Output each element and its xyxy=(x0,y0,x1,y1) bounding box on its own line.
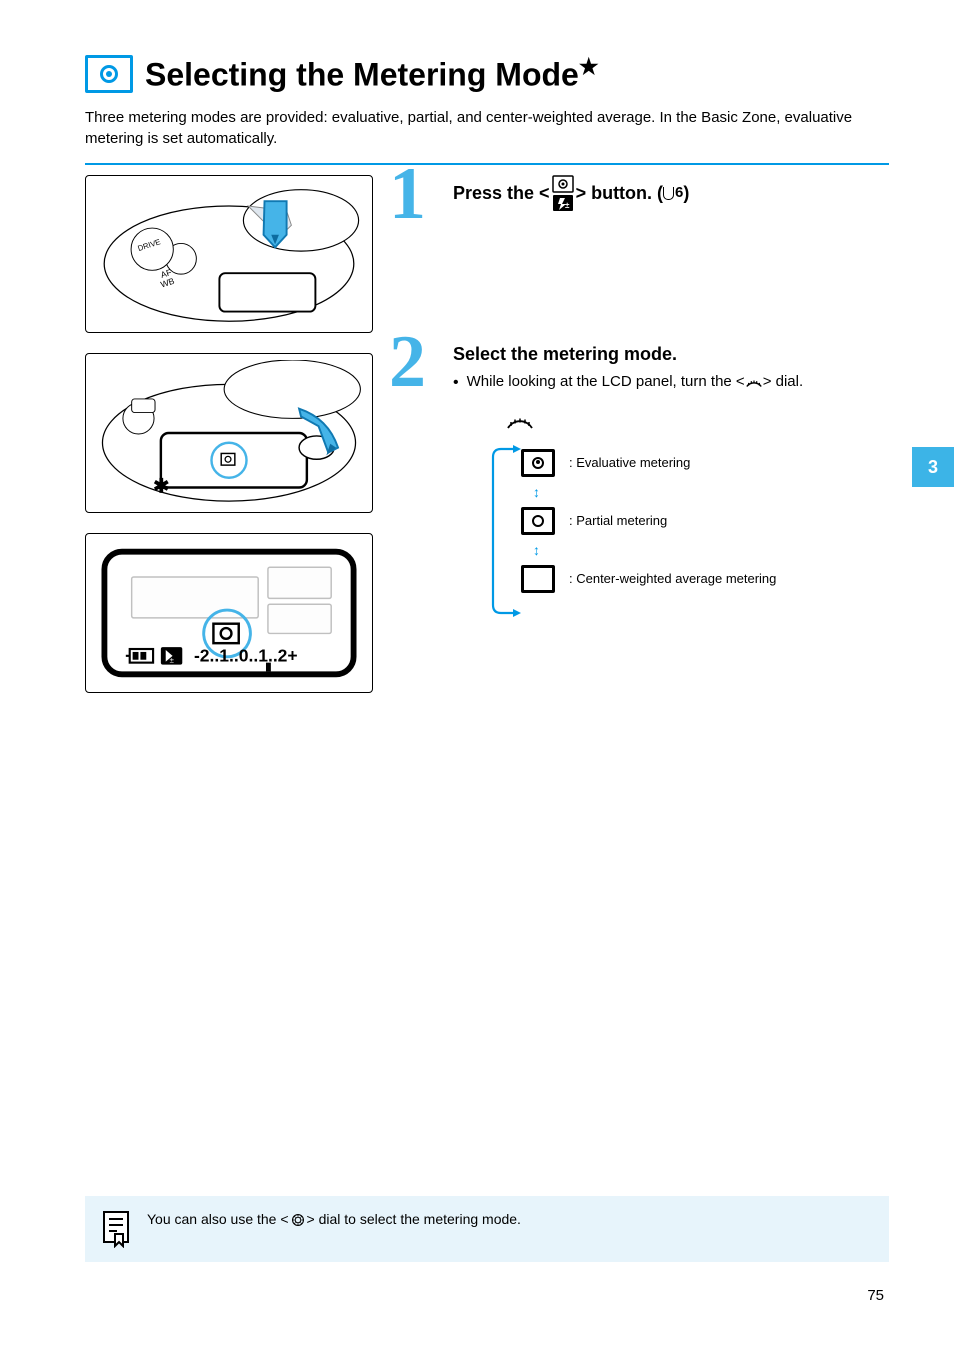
step2-bullet-post: > dial. xyxy=(763,373,803,390)
center-weighted-metering-icon xyxy=(521,565,555,593)
quick-control-dial-icon xyxy=(289,1213,307,1227)
metering-mode-icon xyxy=(85,55,133,93)
mode-center-weighted: : Center-weighted average metering xyxy=(521,565,776,593)
metering-flash-button-icon: ± xyxy=(552,175,574,213)
figure-camera-dial: ✱ xyxy=(85,353,373,513)
step-number-1: 1 xyxy=(389,157,426,231)
note-pre: You can also use the < xyxy=(147,1211,289,1227)
step-number-2: 2 xyxy=(389,325,426,399)
figure-camera-button: AF WB DRIVE xyxy=(85,175,373,333)
page-title: Selecting the Metering Mode★ xyxy=(145,55,889,93)
step1-heading: Press the < ± > button. () xyxy=(453,175,889,213)
metering-mode-cycle-diagram: : Evaluative metering ↕ : Partial meteri… xyxy=(487,408,889,621)
svg-text:±: ± xyxy=(170,656,175,665)
note-post: > dial to select the metering mode. xyxy=(307,1211,521,1227)
step2-bullet: While looking at the LCD panel, turn the… xyxy=(453,372,889,394)
title-star: ★ xyxy=(579,54,599,79)
note-text: You can also use the < > dial to select … xyxy=(147,1210,871,1230)
mode-evaluative-label: : Evaluative metering xyxy=(569,455,690,471)
section-divider xyxy=(85,163,889,165)
mode-partial: : Partial metering xyxy=(521,507,776,535)
chapter-tab: 3 xyxy=(912,447,954,487)
step2-bullet-pre: While looking at the LCD panel, turn the… xyxy=(467,373,745,390)
arrow-updown-2: ↕ xyxy=(533,543,776,557)
note-box: You can also use the < > dial to select … xyxy=(85,1196,889,1262)
evaluative-metering-icon xyxy=(521,449,555,477)
step1-end: ) xyxy=(683,183,689,203)
timer-6-icon xyxy=(663,183,683,203)
mode-cw-label: : Center-weighted average metering xyxy=(569,571,776,587)
mode-evaluative: : Evaluative metering xyxy=(521,449,776,477)
title-text: Selecting the Metering Mode xyxy=(145,57,579,93)
main-dial-icon-large xyxy=(505,408,535,432)
step1-post: > button. ( xyxy=(576,183,663,203)
figure-lcd-panel: ± -2..1..0..1..2+ xyxy=(85,533,373,693)
arrow-updown-1: ↕ xyxy=(533,485,776,499)
partial-metering-icon xyxy=(521,507,555,535)
svg-text:-2..1..0..1..2+: -2..1..0..1..2+ xyxy=(194,646,298,666)
step2-heading: Select the metering mode. xyxy=(453,343,889,366)
step1-pre: Press the < xyxy=(453,183,550,203)
main-dial-icon xyxy=(745,375,763,389)
intro-paragraph: Three metering modes are provided: evalu… xyxy=(85,107,889,149)
mode-partial-label: : Partial metering xyxy=(569,513,667,529)
note-icon xyxy=(101,1210,131,1253)
page-number: 75 xyxy=(867,1287,884,1304)
svg-text:✱: ✱ xyxy=(153,475,169,497)
svg-text:±: ± xyxy=(565,201,570,210)
